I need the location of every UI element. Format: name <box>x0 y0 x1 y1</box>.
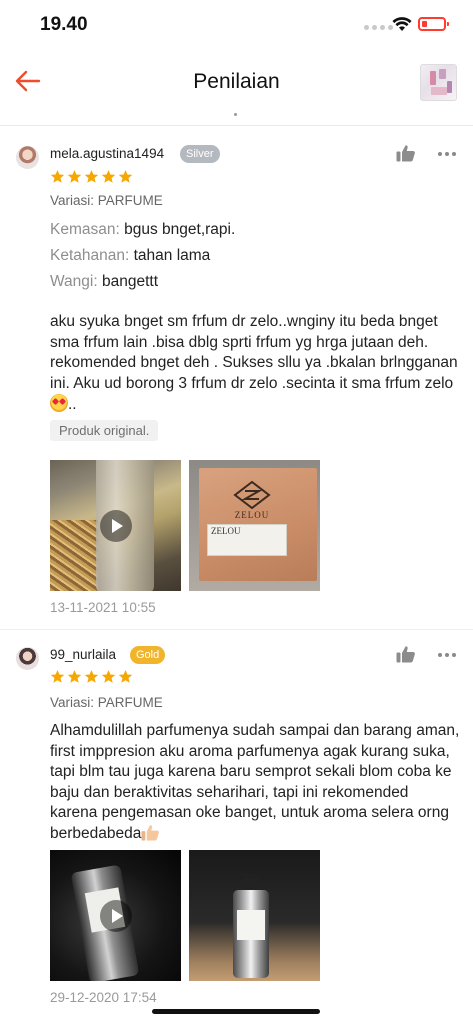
star-icon <box>118 169 133 183</box>
heart-eyes-emoji-icon <box>50 394 68 412</box>
review-body-suffix: .. <box>68 396 77 413</box>
product-thumbnail[interactable] <box>420 64 457 101</box>
status-bar: 19.40 <box>0 0 473 52</box>
cellular-signal-icon <box>364 25 393 30</box>
member-badge: Silver <box>180 145 220 163</box>
battery-icon <box>418 17 449 31</box>
review-video-thumbnail[interactable] <box>50 460 181 591</box>
thumbs-up-icon[interactable] <box>396 144 416 162</box>
star-icon <box>84 669 99 683</box>
avatar[interactable] <box>16 146 39 169</box>
review-timestamp: 13-11-2021 10:55 <box>50 600 156 615</box>
reviewer-username[interactable]: 99_nurlaila <box>50 647 116 662</box>
review-body: aku syuka bnget sm frfum dr zelo..wnginy… <box>50 313 458 392</box>
review-video-thumbnail[interactable] <box>50 850 181 981</box>
review-photo-thumbnail[interactable]: ZELOU ZELOU <box>189 460 320 591</box>
attribute-key: Ketahanan: <box>50 247 130 264</box>
play-icon[interactable] <box>99 509 132 542</box>
attribute-value: bangettt <box>101 273 159 290</box>
star-icon <box>67 669 82 683</box>
member-badge: Gold <box>130 646 166 664</box>
review-card: 99_nurlaila Gold Variasi: PARFUME Alhamd… <box>0 631 473 1024</box>
product-label-text: ZELOU <box>211 526 241 536</box>
nav-bar: Penilaian <box>0 52 473 126</box>
review-photo-thumbnail[interactable] <box>189 850 320 981</box>
more-options-icon[interactable] <box>438 649 456 661</box>
thumbs-up-icon[interactable] <box>396 645 416 663</box>
wifi-icon <box>392 17 412 31</box>
star-icon <box>84 169 99 183</box>
scroll-indicator <box>234 113 237 116</box>
thumbs-up-emoji-icon <box>141 824 160 841</box>
attribute-value: bgus bnget,rapi. <box>124 221 236 238</box>
review-attribute: Kemasan: bgus bnget,rapi. <box>50 221 235 239</box>
play-icon[interactable] <box>99 899 132 932</box>
review-attribute: Wangi: bangettt <box>50 273 158 291</box>
review-timestamp: 29-12-2020 17:54 <box>50 990 157 1005</box>
home-indicator <box>152 1009 320 1014</box>
review-body: Alhamdulillah parfumenya sudah sampai da… <box>50 722 460 842</box>
star-icon <box>101 169 116 183</box>
zelou-logo-icon <box>233 480 271 510</box>
product-variant: Variasi: PARFUME <box>50 695 163 710</box>
product-variant: Variasi: PARFUME <box>50 193 163 208</box>
avatar[interactable] <box>16 647 39 670</box>
review-tag: Produk original. <box>50 420 159 441</box>
review-text: aku syuka bnget sm frfum dr zelo..wnginy… <box>50 312 460 416</box>
review-card: mela.agustina1494 Silver Variasi: PARFUM… <box>0 127 473 630</box>
attribute-key: Kemasan: <box>50 221 120 238</box>
attribute-value: tahan lama <box>133 247 211 264</box>
star-rating <box>50 669 133 684</box>
star-icon <box>118 669 133 683</box>
review-text: Alhamdulillah parfumenya sudah sampai da… <box>50 721 460 844</box>
star-icon <box>50 669 65 683</box>
more-options-icon[interactable] <box>438 148 456 160</box>
product-brand-text: ZELOU <box>234 510 270 520</box>
star-icon <box>101 669 116 683</box>
star-icon <box>67 169 82 183</box>
status-time: 19.40 <box>40 14 88 35</box>
attribute-key: Wangi: <box>50 273 98 290</box>
star-rating <box>50 169 133 184</box>
star-icon <box>50 169 65 183</box>
reviewer-username[interactable]: mela.agustina1494 <box>50 146 164 161</box>
page-title: Penilaian <box>193 70 280 93</box>
review-attribute: Ketahanan: tahan lama <box>50 247 210 265</box>
